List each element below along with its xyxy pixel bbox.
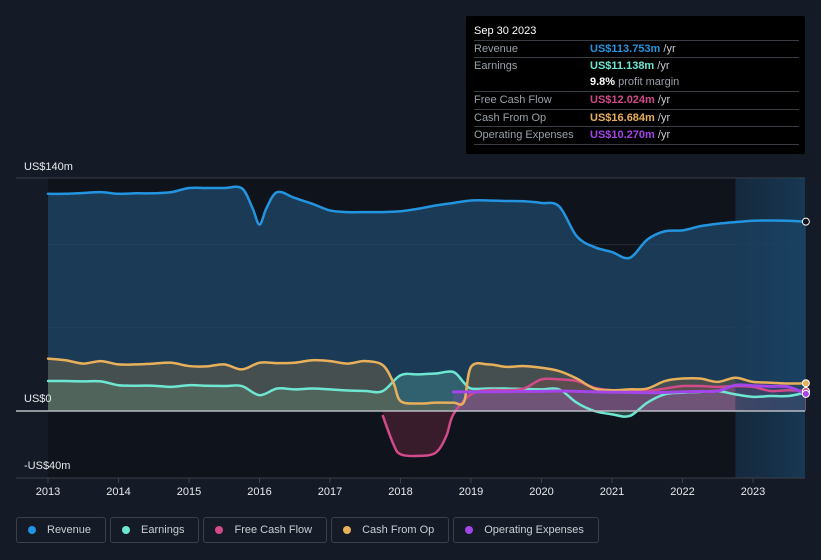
value-text: US$16.684m xyxy=(590,112,655,124)
y-tick-label-zero: US$0 xyxy=(24,393,52,405)
earnings-dot-icon xyxy=(122,526,131,534)
legend-label: Free Cash Flow xyxy=(234,524,313,536)
tooltip-date: Sep 30 2023 xyxy=(474,25,537,37)
tooltip-label: Cash From Op xyxy=(474,112,547,124)
x-tick-label: 2021 xyxy=(600,486,624,498)
unit-text: /yr xyxy=(654,94,671,106)
value-text: US$10.270m xyxy=(590,129,655,141)
legend-item-revenue[interactable]: Revenue xyxy=(16,517,107,543)
data-tooltip: Sep 30 2023 Revenue US$113.753m /yr Earn… xyxy=(466,16,805,154)
unit-text: /yr xyxy=(654,112,671,124)
y-tick-label-bottom: -US$40m xyxy=(24,460,71,472)
y-tick-label-top: US$140m xyxy=(24,161,73,173)
tooltip-label: Revenue xyxy=(474,43,519,55)
x-tick-label: 2019 xyxy=(459,486,483,498)
tooltip-value: US$10.270m /yr xyxy=(590,129,670,141)
x-tick-label: 2015 xyxy=(177,486,201,498)
tooltip-bottom-divider xyxy=(474,144,799,145)
unit-text: /yr xyxy=(654,129,671,141)
tooltip-row-free-cash-flow: Free Cash Flow US$12.024m /yr xyxy=(474,91,799,109)
cash-from-op-dot-icon xyxy=(343,526,352,534)
legend-item-earnings[interactable]: Earnings xyxy=(110,517,200,543)
tooltip-row-operating-expenses: Operating Expenses US$10.270m /yr xyxy=(474,126,799,144)
x-tick-label: 2020 xyxy=(529,486,553,498)
legend-item-cash-from-op[interactable]: Cash From Op xyxy=(331,517,450,543)
revenue-dot-icon xyxy=(28,526,36,534)
unit-text: /yr xyxy=(654,60,670,72)
unit-text: profit margin xyxy=(615,76,680,88)
tooltip-value: 9.8% profit margin xyxy=(590,76,679,88)
revenue-endpoint-marker xyxy=(801,217,810,226)
tooltip-value: US$113.753m /yr xyxy=(590,43,676,55)
x-tick-label: 2013 xyxy=(36,486,60,498)
tooltip-row-profit-margin: 9.8% profit margin xyxy=(474,74,799,91)
tooltip-row-revenue: Revenue US$113.753m /yr xyxy=(474,40,799,58)
value-text: 9.8% xyxy=(590,76,616,88)
chart-legend: Revenue Earnings Free Cash Flow Cash Fro… xyxy=(16,517,599,543)
tooltip-label: Earnings xyxy=(474,60,518,72)
legend-item-free-cash-flow[interactable]: Free Cash Flow xyxy=(203,517,328,543)
legend-label: Operating Expenses xyxy=(484,524,584,536)
tooltip-value: US$11.138m /yr xyxy=(590,60,670,72)
tooltip-value: US$12.024m /yr xyxy=(590,94,670,106)
cash-from-op-endpoint-marker xyxy=(801,379,810,388)
tooltip-value: US$16.684m /yr xyxy=(590,112,670,124)
legend-label: Cash From Op xyxy=(362,524,435,536)
forecast-highlight-region xyxy=(735,178,805,478)
x-tick-label: 2018 xyxy=(388,486,412,498)
value-text: US$113.753m xyxy=(590,43,661,55)
unit-text: /yr xyxy=(660,43,676,55)
x-tick-label: 2016 xyxy=(247,486,271,498)
operating-expenses-dot-icon xyxy=(465,526,474,534)
tooltip-label: Operating Expenses xyxy=(474,129,574,141)
legend-label: Earnings xyxy=(141,524,185,536)
x-axis: 2013 2014 2015 2016 2017 2018 2019 2020 2021 2022… xyxy=(16,477,805,498)
legend-label: Revenue xyxy=(47,524,92,536)
tooltip-row-earnings: Earnings US$11.138m /yr xyxy=(474,57,799,75)
x-tick-label: 2023 xyxy=(741,486,765,498)
value-text: US$12.024m xyxy=(590,94,655,106)
x-tick-label: 2014 xyxy=(106,486,130,498)
x-tick-label: 2017 xyxy=(318,486,342,498)
value-text: US$11.138m xyxy=(590,60,655,72)
legend-item-operating-expenses[interactable]: Operating Expenses xyxy=(453,517,599,543)
tooltip-row-cash-from-op: Cash From Op US$16.684m /yr xyxy=(474,109,799,127)
tooltip-label: Free Cash Flow xyxy=(474,94,552,106)
free-cash-flow-dot-icon xyxy=(215,526,224,534)
x-tick-label: 2022 xyxy=(670,486,694,498)
operating-expenses-endpoint-marker xyxy=(801,389,810,398)
